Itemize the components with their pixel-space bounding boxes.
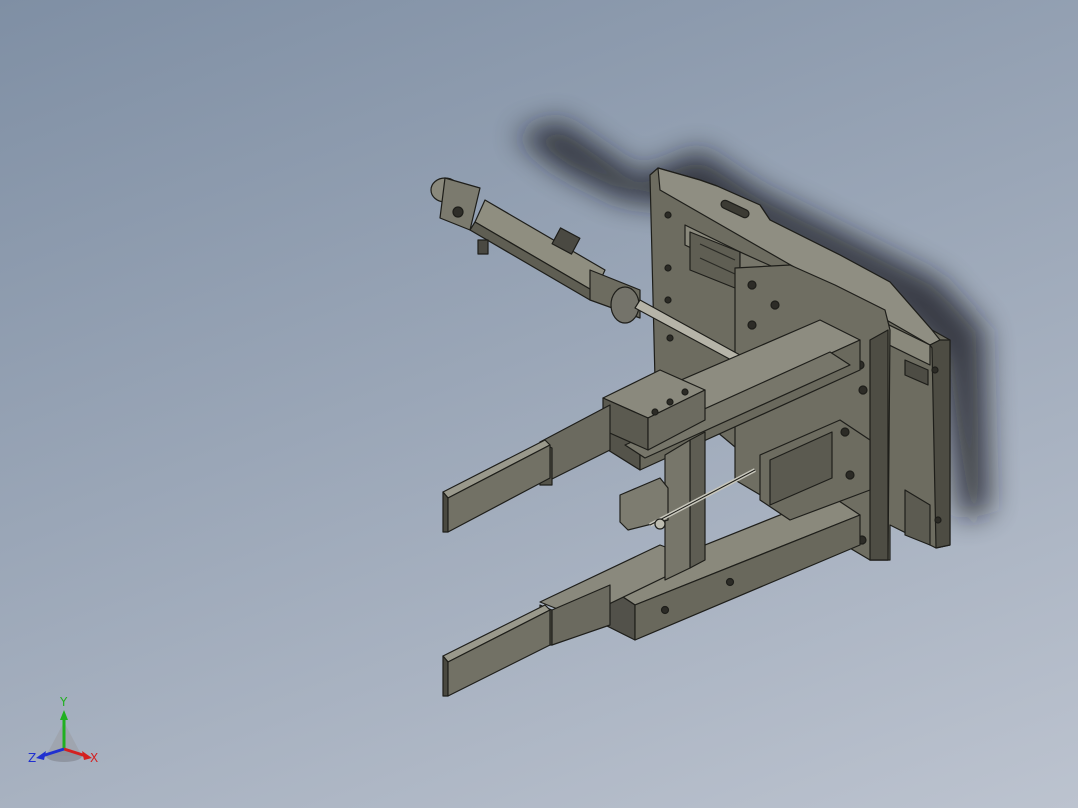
z-axis-arrowhead [36, 751, 46, 760]
y-axis-arrowhead [60, 710, 68, 720]
orientation-triad[interactable]: Y X Z [24, 694, 108, 774]
cad-model-view[interactable] [0, 0, 1078, 808]
x-axis-label: X [90, 751, 98, 765]
y-axis-label: Y [59, 695, 68, 709]
graphics-viewport[interactable]: Y X Z [0, 0, 1078, 808]
z-axis-label: Z [28, 751, 36, 765]
